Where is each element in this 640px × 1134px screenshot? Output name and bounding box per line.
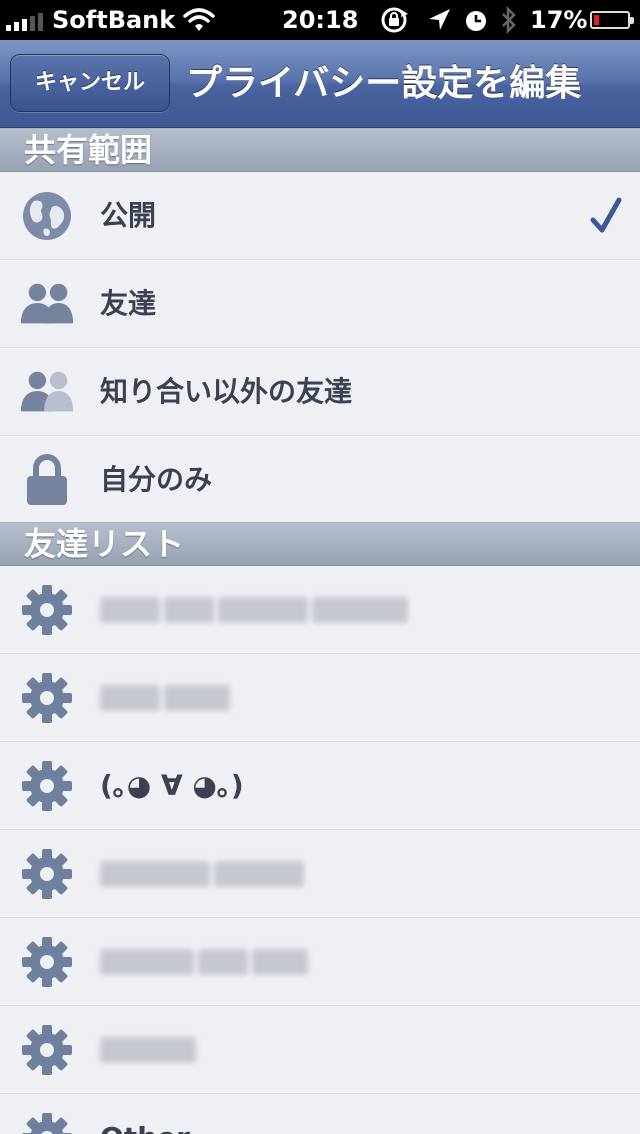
lock-icon — [18, 454, 76, 506]
friends-except-acquaintances-icon — [18, 366, 76, 418]
gear-icon — [18, 1112, 76, 1134]
gear-icon — [18, 672, 76, 724]
audience-option-label: 知り合い以外の友達 — [100, 375, 353, 408]
page-title: プライバシー設定を編集 — [186, 63, 582, 104]
friend-list-item[interactable] — [0, 1006, 640, 1094]
battery-percent: 17% — [530, 6, 588, 34]
audience-option-public[interactable]: 公開 — [0, 172, 640, 260]
navigation-bar: キャンセル プライバシー設定を編集 — [0, 40, 640, 128]
gear-icon — [18, 760, 76, 812]
friend-list-name: (｡◕ ∀ ◕｡) — [100, 769, 244, 802]
friend-list-item[interactable]: (｡◕ ∀ ◕｡) — [0, 742, 640, 830]
section-header-friend-lists: 友達リスト — [0, 522, 640, 566]
friend-list-name-redacted — [100, 566, 408, 654]
globe-icon — [18, 190, 76, 242]
signal-strength-icon — [6, 9, 43, 31]
status-time: 20:18 — [282, 6, 359, 34]
audience-option-friends-except-acquaintances[interactable]: 知り合い以外の友達 — [0, 348, 640, 436]
gear-icon — [18, 936, 76, 988]
gear-icon — [18, 1024, 76, 1076]
friend-list-name-redacted — [100, 1006, 196, 1094]
friends-icon — [18, 278, 76, 330]
friend-list-name-redacted — [100, 918, 308, 1006]
friend-list-item-other[interactable]: Other — [0, 1094, 640, 1134]
friend-list-item[interactable] — [0, 830, 640, 918]
audience-option-label: 公開 — [100, 199, 157, 232]
friend-list-item[interactable] — [0, 918, 640, 1006]
battery-icon — [590, 11, 634, 29]
audience-option-label: 自分のみ — [100, 463, 213, 496]
friend-list-name-redacted — [100, 654, 230, 742]
audience-option-label: 友達 — [100, 287, 157, 320]
checkmark-icon — [590, 196, 622, 236]
friend-list-item[interactable] — [0, 654, 640, 742]
gear-icon — [18, 584, 76, 636]
audience-option-only-me[interactable]: 自分のみ — [0, 436, 640, 524]
friend-list-name: Other — [100, 1094, 190, 1134]
cancel-button[interactable]: キャンセル — [10, 54, 170, 112]
section-header-audience: 共有範囲 — [0, 128, 640, 172]
audience-option-friends[interactable]: 友達 — [0, 260, 640, 348]
friend-list-name-redacted — [100, 830, 304, 918]
friend-list-item[interactable] — [0, 566, 640, 654]
gear-icon — [18, 848, 76, 900]
carrier-name: SoftBank — [52, 6, 176, 34]
status-bar: SoftBank 20:18 17% — [0, 0, 640, 40]
